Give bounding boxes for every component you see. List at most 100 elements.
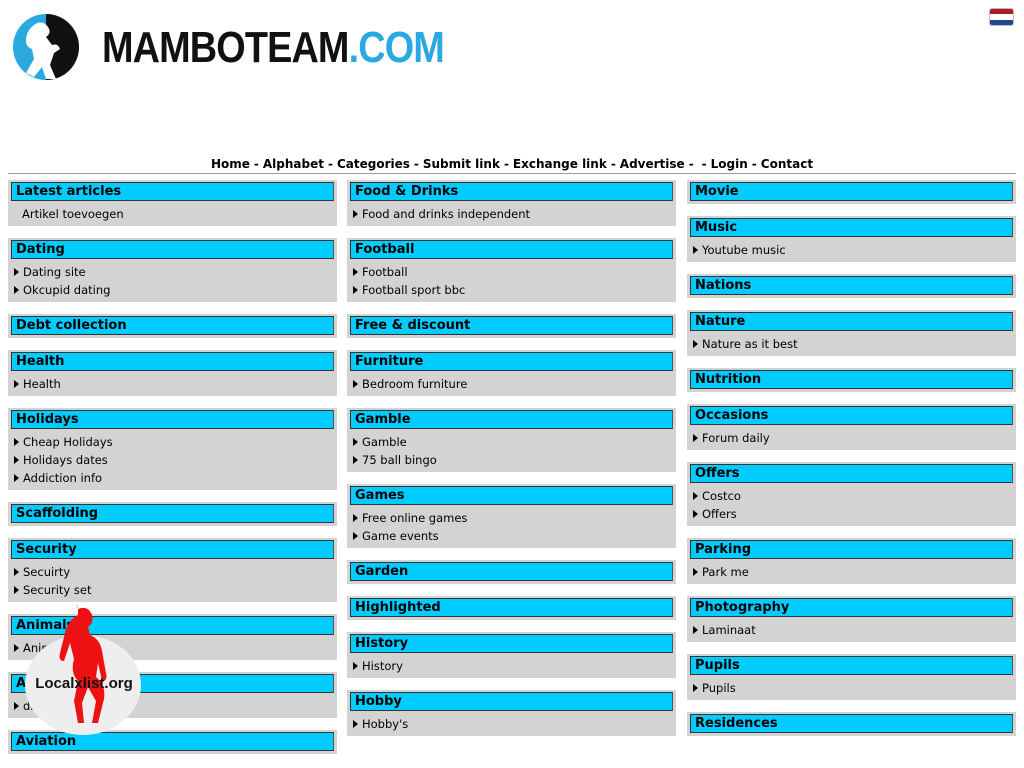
mamboteam-logo-icon[interactable]	[12, 13, 80, 81]
category-title-scaffolding[interactable]: Scaffolding	[11, 504, 334, 523]
category-link[interactable]: 75 ball bingo	[353, 451, 673, 469]
category-title-music[interactable]: Music	[690, 218, 1013, 237]
category-box-security: Security Secuirty Security set	[8, 538, 337, 602]
bullet-arrow-icon	[353, 210, 358, 218]
bullet-arrow-icon	[14, 568, 19, 576]
nav-link-exchange-link[interactable]: Exchange link	[513, 157, 607, 171]
category-link[interactable]: Park me	[693, 563, 1013, 581]
category-title-gamble[interactable]: Gamble	[350, 410, 673, 429]
category-link[interactable]: Costco	[693, 487, 1013, 505]
category-title-movie[interactable]: Movie	[690, 182, 1013, 201]
category-link[interactable]: Cheap Holidays	[14, 433, 334, 451]
category-link-label: 75 ball bingo	[362, 453, 437, 467]
category-title-health[interactable]: Health	[11, 352, 334, 371]
category-link[interactable]: Hobby's	[353, 715, 673, 733]
category-title-security[interactable]: Security	[11, 540, 334, 559]
category-link-label: Forum daily	[702, 431, 770, 445]
category-box-parking: Parking Park me	[687, 538, 1016, 584]
category-title-debt-collection[interactable]: Debt collection	[11, 316, 334, 335]
category-column-2: Food & Drinks Food and drinks independent…	[347, 180, 676, 748]
category-title-nutrition[interactable]: Nutrition	[690, 370, 1013, 389]
bullet-arrow-icon	[693, 684, 698, 692]
nav-link-submit-link[interactable]: Submit link	[423, 157, 500, 171]
nav-link-categories[interactable]: Categories	[337, 157, 410, 171]
category-link-label: Holidays dates	[23, 453, 108, 467]
category-title-garden[interactable]: Garden	[350, 562, 673, 581]
category-title-free-discount[interactable]: Free & discount	[350, 316, 673, 335]
category-title-football[interactable]: Football	[350, 240, 673, 259]
category-link[interactable]: Nature as it best	[693, 335, 1013, 353]
category-link[interactable]: Offers	[693, 505, 1013, 523]
category-link[interactable]: Food and drinks independent	[353, 205, 673, 223]
category-link-list: Hobby's	[350, 711, 673, 733]
nav-separator: -	[503, 157, 509, 171]
category-box-pupils: Pupils Pupils	[687, 654, 1016, 700]
category-link[interactable]: Laminaat	[693, 621, 1013, 639]
category-link[interactable]: Security set	[14, 581, 334, 599]
category-title-history[interactable]: History	[350, 634, 673, 653]
nav-divider	[8, 173, 1016, 174]
nav-link-login[interactable]: Login	[711, 157, 748, 171]
nav-link-alphabet[interactable]: Alphabet	[263, 157, 324, 171]
category-link[interactable]: Forum daily	[693, 429, 1013, 447]
red-silhouette-icon	[59, 605, 107, 723]
category-link[interactable]: Health	[14, 375, 334, 393]
category-link[interactable]: Artikel toevoegen	[14, 205, 334, 223]
netherlands-flag-icon[interactable]	[989, 8, 1014, 26]
category-link-label: Offers	[702, 507, 737, 521]
category-link[interactable]: Dating site	[14, 263, 334, 281]
category-link-label: Park me	[702, 565, 749, 579]
main-navigation: Home - Alphabet - Categories - Submit link - Exc…	[8, 156, 1016, 172]
category-title-pupils[interactable]: Pupils	[690, 656, 1013, 675]
category-box-history: History History	[347, 632, 676, 678]
category-title-photography[interactable]: Photography	[690, 598, 1013, 617]
category-title-latest-articles[interactable]: Latest articles	[11, 182, 334, 201]
category-box-offers: Offers Costco Offers	[687, 462, 1016, 526]
category-link[interactable]: Addiction info	[14, 469, 334, 487]
category-link[interactable]: Holidays dates	[14, 451, 334, 469]
category-box-games: Games Free online games Game events	[347, 484, 676, 548]
category-link[interactable]: Football	[353, 263, 673, 281]
category-link-list: Bedroom furniture	[350, 371, 673, 393]
nav-link-advertise[interactable]: Advertise	[620, 157, 685, 171]
category-link[interactable]: Free online games	[353, 509, 673, 527]
category-title-dating[interactable]: Dating	[11, 240, 334, 259]
category-link-label: Youtube music	[702, 243, 786, 257]
category-link-list: Artikel toevoegen	[11, 201, 334, 223]
category-title-residences[interactable]: Residences	[690, 714, 1013, 733]
site-logo-text[interactable]: MAMBOTEAM.COM	[102, 22, 445, 74]
category-title-nations[interactable]: Nations	[690, 276, 1013, 295]
category-title-holidays[interactable]: Holidays	[11, 410, 334, 429]
category-title-parking[interactable]: Parking	[690, 540, 1013, 559]
category-link-list: Nature as it best	[690, 331, 1013, 353]
nav-separator: -	[610, 157, 616, 171]
nav-link-contact[interactable]: Contact	[761, 157, 813, 171]
category-title-games[interactable]: Games	[350, 486, 673, 505]
category-link-label: Dating site	[23, 265, 86, 279]
category-box-residences: Residences	[687, 712, 1016, 736]
category-title-food-drinks[interactable]: Food & Drinks	[350, 182, 673, 201]
category-link-label: Food and drinks independent	[362, 207, 531, 221]
bullet-arrow-icon	[14, 286, 19, 294]
category-link-list: Food and drinks independent	[350, 201, 673, 223]
nav-link-home[interactable]: Home	[211, 157, 250, 171]
category-link[interactable]: Okcupid dating	[14, 281, 334, 299]
category-link-list: Health	[11, 371, 334, 393]
category-link[interactable]: Gamble	[353, 433, 673, 451]
category-link[interactable]: Youtube music	[693, 241, 1013, 259]
category-link[interactable]: Bedroom furniture	[353, 375, 673, 393]
category-link[interactable]: Pupils	[693, 679, 1013, 697]
localxlist-badge-text[interactable]: Localxlist.org	[28, 675, 140, 692]
category-title-occasions[interactable]: Occasions	[690, 406, 1013, 425]
category-link[interactable]: History	[353, 657, 673, 675]
category-link[interactable]: Secuirty	[14, 563, 334, 581]
category-title-nature[interactable]: Nature	[690, 312, 1013, 331]
bullet-arrow-icon	[14, 474, 19, 482]
category-title-offers[interactable]: Offers	[690, 464, 1013, 483]
bullet-arrow-icon	[693, 492, 698, 500]
category-title-hobby[interactable]: Hobby	[350, 692, 673, 711]
category-title-highlighted[interactable]: Highlighted	[350, 598, 673, 617]
category-title-furniture[interactable]: Furniture	[350, 352, 673, 371]
category-link[interactable]: Game events	[353, 527, 673, 545]
category-link[interactable]: Football sport bbc	[353, 281, 673, 299]
